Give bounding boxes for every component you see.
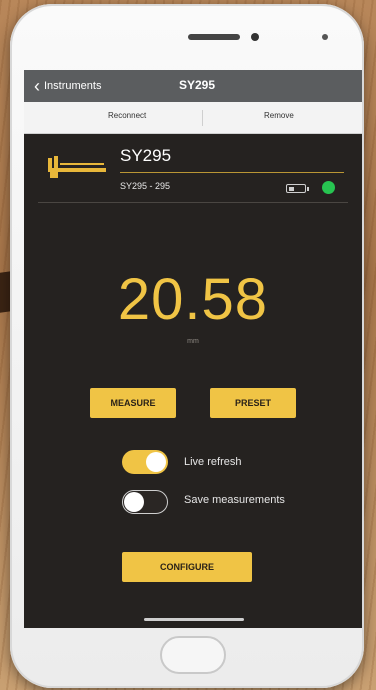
device-subtitle: SY295 - 295 [120,181,171,191]
toggle-knob [146,452,166,472]
home-indicator [144,618,244,621]
phone-speaker [188,34,240,40]
measurement-value: 20.58 [117,267,269,332]
remove-button[interactable]: Remove [264,111,294,120]
tab-divider [202,110,203,126]
battery-icon [286,184,309,193]
brand-logo-icon [48,156,106,178]
back-label: Instruments [44,80,102,92]
back-chevron-icon: ‹ [34,76,40,96]
reconnect-button[interactable]: Reconnect [108,111,146,120]
status-dot-icon [322,181,335,194]
navigation-bar: ‹ Instruments SY295 [24,70,362,102]
phone-sensor [322,34,328,40]
measure-button[interactable]: MEASURE [90,388,176,418]
save-measurements-toggle[interactable] [122,490,168,514]
measurement-unit: mm [187,338,199,345]
toggle-knob [124,492,144,512]
save-measurements-label: Save measurements [184,494,285,506]
app-screen: ‹ Instruments SY295 Reconnect Remove SY2… [24,70,362,628]
home-button[interactable] [160,636,226,674]
live-refresh-toggle[interactable] [122,450,168,474]
configure-button[interactable]: CONFIGURE [122,552,252,582]
page-title: SY295 [179,78,216,92]
device-name: SY295 [120,146,172,165]
phone-camera [251,33,259,41]
device-name-divider [120,172,344,173]
preset-button[interactable]: PRESET [210,388,296,418]
back-button[interactable]: ‹ Instruments [34,75,101,97]
action-tab-bar: Reconnect Remove [24,102,362,134]
header-divider [38,202,348,203]
live-refresh-label: Live refresh [184,456,242,468]
